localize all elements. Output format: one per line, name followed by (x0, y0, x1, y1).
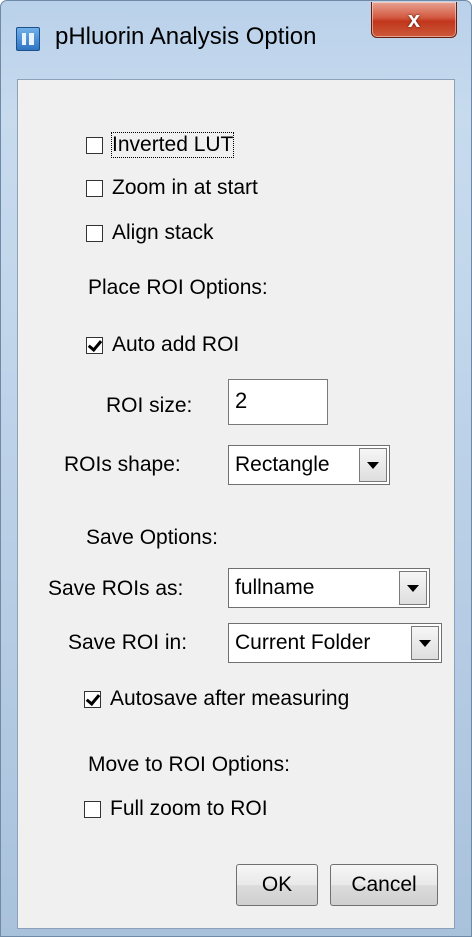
chevron-down-icon[interactable] (411, 626, 439, 660)
save-rois-as-select[interactable]: fullname (228, 568, 430, 608)
inverted-lut-label[interactable]: Inverted LUT (110, 132, 235, 158)
autosave-after-measuring-checkbox[interactable] (84, 691, 101, 708)
save-roi-in-value: Current Folder (235, 631, 371, 654)
save-roi-in-label: Save ROI in: (68, 631, 188, 654)
autosave-after-measuring-label[interactable]: Autosave after measuring (110, 687, 349, 711)
close-button[interactable]: x (371, 2, 457, 38)
auto-add-roi-checkbox[interactable] (86, 337, 103, 354)
roi-size-input[interactable]: 2 (228, 379, 328, 425)
imagej-app-icon[interactable] (16, 27, 40, 51)
full-zoom-to-roi-checkbox[interactable] (84, 801, 101, 818)
rois-shape-value: Rectangle (235, 453, 330, 476)
save-rois-as-value: fullname (235, 576, 315, 599)
close-icon: x (407, 6, 421, 32)
save-options-heading: Save Options: (86, 526, 218, 549)
save-roi-in-select[interactable]: Current Folder (228, 623, 442, 663)
auto-add-roi-label[interactable]: Auto add ROI (112, 333, 239, 357)
rois-shape-select[interactable]: Rectangle (228, 445, 390, 485)
chevron-down-icon[interactable] (359, 448, 387, 482)
dialog-window: pHluorin Analysis Option x Inverted LUT … (0, 0, 472, 937)
zoom-in-at-start-label[interactable]: Zoom in at start (112, 176, 258, 200)
align-stack-checkbox[interactable] (86, 225, 103, 242)
save-rois-as-label: Save ROIs as: (48, 577, 184, 600)
full-zoom-to-roi-label[interactable]: Full zoom to ROI (110, 797, 268, 821)
chevron-down-icon[interactable] (399, 571, 427, 605)
zoom-in-at-start-checkbox[interactable] (86, 180, 103, 197)
move-to-roi-options-heading: Move to ROI Options: (88, 753, 290, 776)
window-title: pHluorin Analysis Option (55, 23, 317, 50)
ok-button[interactable]: OK (236, 864, 318, 906)
cancel-button[interactable]: Cancel (330, 864, 438, 906)
rois-shape-label: ROIs shape: (64, 453, 181, 476)
inverted-lut-checkbox[interactable] (86, 137, 103, 154)
dialog-content: Inverted LUT Zoom in at start Align stac… (17, 79, 455, 929)
title-bar[interactable]: pHluorin Analysis Option x (1, 1, 471, 79)
align-stack-label[interactable]: Align stack (112, 221, 214, 245)
place-roi-options-heading: Place ROI Options: (88, 276, 268, 299)
roi-size-label: ROI size: (106, 394, 193, 417)
